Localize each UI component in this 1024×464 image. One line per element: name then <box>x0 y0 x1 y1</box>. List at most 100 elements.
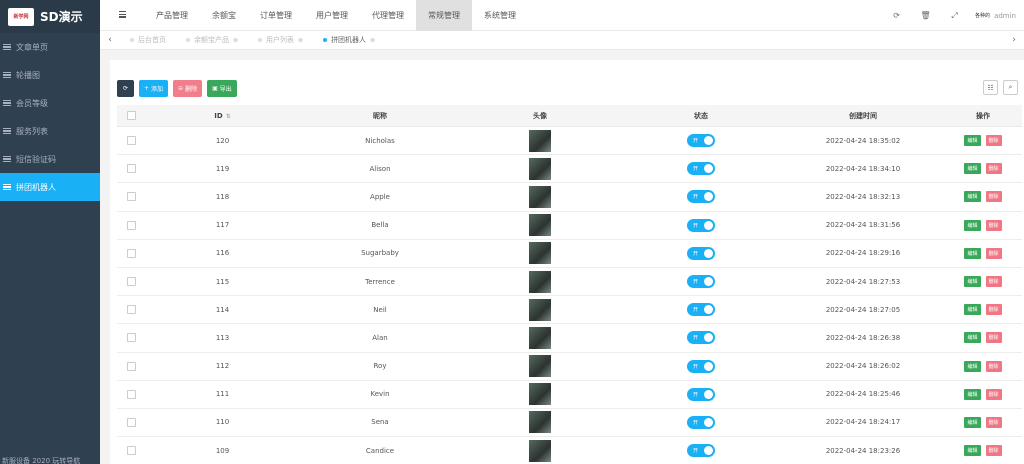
edit-button[interactable]: 编辑 <box>964 191 981 203</box>
table-row: 120 Nicholas 开 2022-04-24 18:35:02 编辑 删除 <box>117 127 1022 156</box>
delete-row-button[interactable]: 删除 <box>985 304 1002 316</box>
status-toggle[interactable]: 开 <box>687 331 715 345</box>
delete-button[interactable]: ⊖ 删除 <box>173 80 203 97</box>
edit-button[interactable]: 编辑 <box>964 304 981 316</box>
nav-tab[interactable]: 产品管理 <box>144 0 200 31</box>
tabs-right-arrow-icon[interactable]: › <box>1004 35 1024 45</box>
row-checkbox[interactable] <box>126 164 136 174</box>
trash-icon[interactable]: 🗑 <box>911 0 940 31</box>
avatar-image[interactable] <box>529 157 551 180</box>
nav-tab[interactable]: 常规管理 <box>416 0 472 31</box>
status-toggle[interactable]: 开 <box>687 387 715 401</box>
edit-button[interactable]: 编辑 <box>964 416 981 428</box>
refresh-button[interactable]: ⟳ <box>117 80 134 97</box>
row-checkbox[interactable] <box>126 446 136 456</box>
status-toggle[interactable]: 开 <box>687 162 715 176</box>
edit-button[interactable]: 编辑 <box>964 163 981 175</box>
search-icon[interactable]: ⌕ <box>1003 80 1018 95</box>
row-checkbox[interactable] <box>126 277 136 287</box>
row-checkbox[interactable] <box>126 192 136 202</box>
avatar-image[interactable] <box>529 242 551 265</box>
sidebar-item[interactable]: 拼团机器人 <box>0 173 100 201</box>
add-button[interactable]: + 添加 <box>139 80 169 97</box>
page-tab[interactable]: 余额宝产品 ⊗ <box>176 35 248 45</box>
avatar-image[interactable] <box>529 411 551 434</box>
status-toggle[interactable]: 开 <box>687 444 715 458</box>
avatar-image[interactable] <box>529 326 551 349</box>
status-toggle[interactable]: 开 <box>687 415 715 429</box>
avatar-image[interactable] <box>529 214 551 237</box>
row-checkbox[interactable] <box>126 136 136 146</box>
avatar-image[interactable] <box>529 383 551 406</box>
row-checkbox[interactable] <box>126 305 136 315</box>
edit-button[interactable]: 编辑 <box>964 360 981 372</box>
delete-row-button[interactable]: 删除 <box>985 191 1002 203</box>
status-toggle[interactable]: 开 <box>687 303 715 317</box>
delete-row-button[interactable]: 删除 <box>985 360 1002 372</box>
edit-button[interactable]: 编辑 <box>964 445 981 457</box>
nav-tab[interactable]: 系统管理 <box>472 0 528 31</box>
sidebar-item[interactable]: 服务列表 <box>0 117 100 145</box>
avatar-image[interactable] <box>529 298 551 321</box>
avatar-image[interactable] <box>529 439 551 462</box>
delete-row-button[interactable]: 删除 <box>985 388 1002 400</box>
sidebar-item[interactable]: 轮播图 <box>0 61 100 89</box>
status-toggle[interactable]: 开 <box>687 359 715 373</box>
delete-row-button[interactable]: 删除 <box>985 445 1002 457</box>
row-checkbox[interactable] <box>126 248 136 258</box>
avatar-image[interactable] <box>529 355 551 378</box>
status-toggle[interactable]: 开 <box>687 134 715 148</box>
status-toggle[interactable]: 开 <box>687 218 715 232</box>
row-checkbox[interactable] <box>126 417 136 427</box>
refresh-icon[interactable]: ⟳ <box>882 0 911 31</box>
sidebar-item[interactable]: 短信验证码 <box>0 145 100 173</box>
sort-icon: ⇅ <box>225 112 231 120</box>
toggle-text: 开 <box>693 335 699 342</box>
delete-row-button[interactable]: 删除 <box>985 135 1002 147</box>
edit-button[interactable]: 编辑 <box>964 332 981 344</box>
avatar-image[interactable] <box>529 270 551 293</box>
header-id[interactable]: ID ⇅ <box>145 112 300 120</box>
delete-row-button[interactable]: 删除 <box>985 247 1002 259</box>
page-tab[interactable]: 用户列表 ⊗ <box>248 35 313 45</box>
user-menu[interactable]: 各种的 admin <box>969 12 1024 20</box>
select-all-checkbox[interactable] <box>126 111 136 120</box>
row-checkbox[interactable] <box>126 220 136 230</box>
nav-tab[interactable]: 余额宝 <box>200 0 248 31</box>
edit-button[interactable]: 编辑 <box>964 219 981 231</box>
cell-nickname: Nicholas <box>365 136 395 145</box>
avatar-image[interactable] <box>529 185 551 208</box>
export-button[interactable]: ▣ 导出 <box>207 80 237 97</box>
nav-tab[interactable]: 订单管理 <box>248 0 304 31</box>
row-checkbox[interactable] <box>126 361 136 371</box>
nav-tab[interactable]: 代理管理 <box>360 0 416 31</box>
sidebar-item[interactable]: 会员等级 <box>0 89 100 117</box>
delete-row-button[interactable]: 删除 <box>985 163 1002 175</box>
row-checkbox[interactable] <box>126 333 136 343</box>
edit-button[interactable]: 编辑 <box>964 135 981 147</box>
edit-button[interactable]: 编辑 <box>964 247 981 259</box>
tabs-left-arrow-icon[interactable]: ‹ <box>100 35 120 45</box>
nav-tab[interactable]: 用户管理 <box>304 0 360 31</box>
edit-button[interactable]: 编辑 <box>964 276 981 288</box>
row-checkbox[interactable] <box>126 389 136 399</box>
menu-toggle-button[interactable] <box>100 10 144 19</box>
delete-row-button[interactable]: 删除 <box>985 219 1002 231</box>
delete-row-button[interactable]: 删除 <box>985 276 1002 288</box>
fullscreen-icon[interactable]: ⤢ <box>940 0 969 31</box>
close-icon[interactable]: ⊗ <box>298 37 303 44</box>
status-toggle[interactable]: 开 <box>687 275 715 289</box>
edit-button[interactable]: 编辑 <box>964 388 981 400</box>
export-icon: ▣ <box>212 85 218 92</box>
delete-row-button[interactable]: 删除 <box>985 332 1002 344</box>
sidebar-item[interactable]: 文章单页 <box>0 33 100 61</box>
close-icon[interactable]: ⊗ <box>233 37 238 44</box>
columns-icon[interactable]: ☷ <box>983 80 998 95</box>
delete-row-button[interactable]: 删除 <box>985 416 1002 428</box>
close-icon[interactable]: ⊗ <box>370 37 375 44</box>
page-tab[interactable]: 拼团机器人 ⊗ <box>313 35 385 45</box>
status-toggle[interactable]: 开 <box>687 246 715 260</box>
avatar-image[interactable] <box>529 129 551 152</box>
page-tab[interactable]: 后台首页 <box>120 35 176 45</box>
status-toggle[interactable]: 开 <box>687 190 715 204</box>
